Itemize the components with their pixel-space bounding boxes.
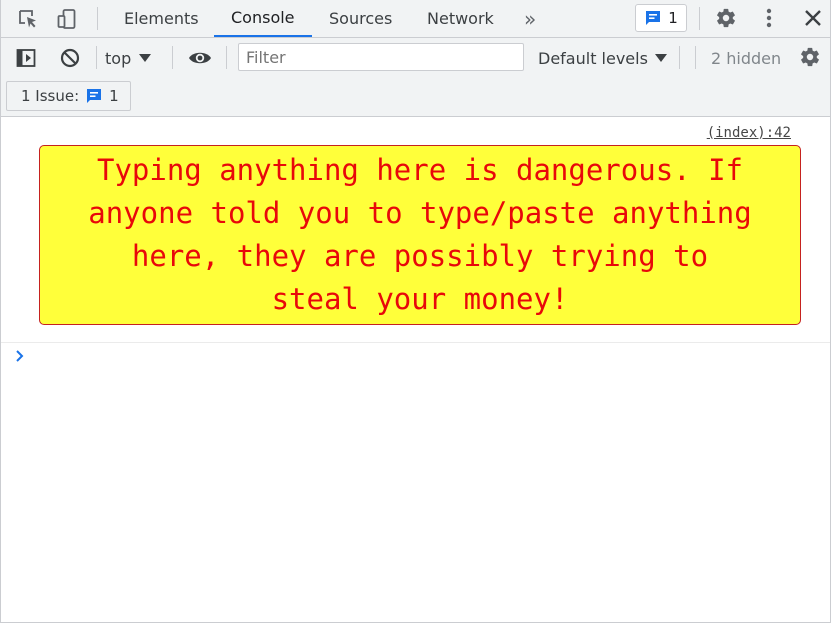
close-icon[interactable]: [800, 5, 826, 31]
console-output: (index):42 Typing anything here is dange…: [1, 117, 830, 622]
tab-label: Console: [231, 8, 295, 27]
toolbar-divider: [679, 46, 680, 69]
context-selector[interactable]: top: [105, 42, 152, 74]
hidden-count-label: 2 hidden: [711, 48, 782, 68]
issues-button[interactable]: 1 Issue: 1: [6, 81, 131, 111]
clear-console-icon[interactable]: [57, 45, 83, 71]
toolbar-divider: [172, 46, 173, 69]
tab-console[interactable]: Console: [214, 0, 312, 37]
more-tabs-button[interactable]: »: [524, 0, 536, 37]
hidden-messages-count: 2 hidden: [711, 42, 781, 74]
chevron-down-icon: [139, 53, 152, 63]
tab-sources[interactable]: Sources: [329, 0, 392, 37]
filter-input[interactable]: [238, 43, 524, 71]
console-prompt[interactable]: [1, 343, 830, 371]
tab-label: Network: [427, 9, 494, 28]
console-toolbar: top Default levels 2 hidden: [1, 38, 830, 77]
warning-line: here, they are possibly trying to: [131, 239, 709, 273]
tab-label: Sources: [329, 9, 393, 28]
device-toolbar-icon[interactable]: [54, 6, 80, 32]
devtools-window: Elements Console Sources Network » 1 top…: [0, 0, 831, 623]
console-input[interactable]: [37, 346, 817, 368]
inspect-element-icon[interactable]: [15, 6, 41, 32]
toolbar-divider: [695, 46, 696, 69]
message-icon: [644, 9, 662, 27]
console-settings-gear-icon[interactable]: [797, 44, 823, 70]
warning-text: Typing anything here is dangerous. If an…: [88, 149, 751, 321]
log-levels-label: Default levels: [538, 48, 648, 68]
prompt-chevron-icon: [15, 348, 25, 367]
issues-label: 1 Issue:: [21, 87, 80, 105]
toolbar-divider: [97, 7, 98, 30]
toolbar-divider: [226, 46, 227, 69]
console-message: (index):42 Typing anything here is dange…: [1, 117, 830, 343]
warning-line: steal your money!: [271, 282, 569, 316]
log-levels-dropdown[interactable]: Default levels: [538, 42, 667, 74]
kebab-menu-icon[interactable]: [756, 5, 782, 31]
toolbar-divider: [699, 7, 700, 30]
tab-elements[interactable]: Elements: [124, 0, 199, 37]
message-icon: [85, 87, 103, 105]
tab-bar: Elements Console Sources Network » 1: [1, 0, 830, 38]
issues-bar: 1 Issue: 1: [1, 77, 830, 117]
chevron-down-icon: [654, 53, 667, 63]
more-tabs-icon: »: [524, 6, 537, 31]
warning-message-box: Typing anything here is dangerous. If an…: [39, 145, 801, 325]
source-link[interactable]: (index):42: [707, 125, 791, 141]
show-sidebar-icon[interactable]: [13, 45, 39, 71]
issues-count: 1: [668, 9, 678, 27]
gear-icon[interactable]: [713, 5, 739, 31]
toolbar-divider: [96, 46, 97, 69]
tab-network[interactable]: Network: [427, 0, 494, 37]
tab-label: Elements: [124, 9, 199, 28]
issues-counter-button[interactable]: 1: [635, 4, 687, 32]
warning-line: anyone told you to type/paste anything: [88, 196, 752, 230]
issues-row-count: 1: [109, 87, 119, 105]
warning-line: Typing anything here is dangerous. If: [96, 153, 743, 187]
eye-icon[interactable]: [187, 45, 213, 71]
context-label: top: [105, 48, 132, 68]
